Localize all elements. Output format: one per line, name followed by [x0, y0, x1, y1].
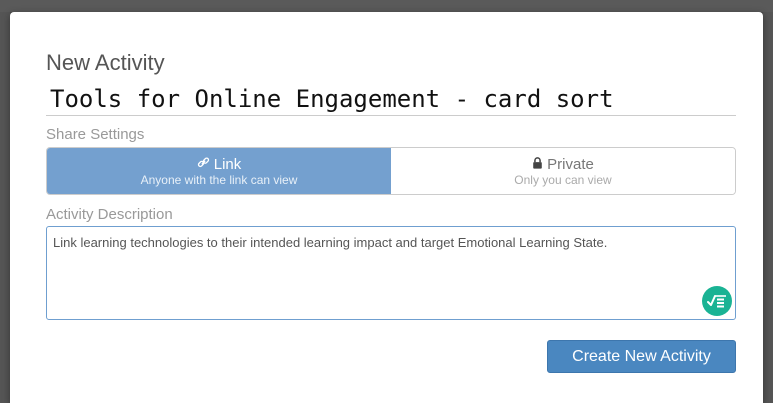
new-activity-modal: New Activity Share Settings Link Anyone … — [10, 12, 763, 403]
share-option-link-subtitle: Anyone with the link can view — [140, 172, 298, 187]
share-option-private-title: Private — [547, 155, 594, 173]
page-backdrop-top — [0, 0, 773, 12]
share-option-link-title: Link — [213, 155, 242, 173]
share-option-link[interactable]: Link Anyone with the link can view — [47, 148, 391, 194]
page-backdrop-right — [763, 12, 773, 403]
link-icon — [197, 156, 210, 173]
share-settings-label: Share Settings — [46, 126, 145, 143]
activity-name-input[interactable] — [46, 82, 736, 116]
modal-title: New Activity — [46, 50, 165, 75]
activity-description-label: Activity Description — [46, 206, 173, 223]
lock-icon — [532, 156, 543, 173]
share-option-private[interactable]: Private Only you can view — [391, 148, 735, 194]
create-new-activity-button[interactable]: Create New Activity — [547, 340, 736, 373]
page-backdrop-left — [0, 12, 10, 403]
share-option-private-subtitle: Only you can view — [514, 172, 612, 187]
grammar-check-icon[interactable] — [702, 286, 732, 316]
share-settings-toggle: Link Anyone with the link can view Priva… — [46, 147, 736, 195]
activity-description-textarea[interactable]: Link learning technologies to their inte… — [46, 226, 736, 320]
